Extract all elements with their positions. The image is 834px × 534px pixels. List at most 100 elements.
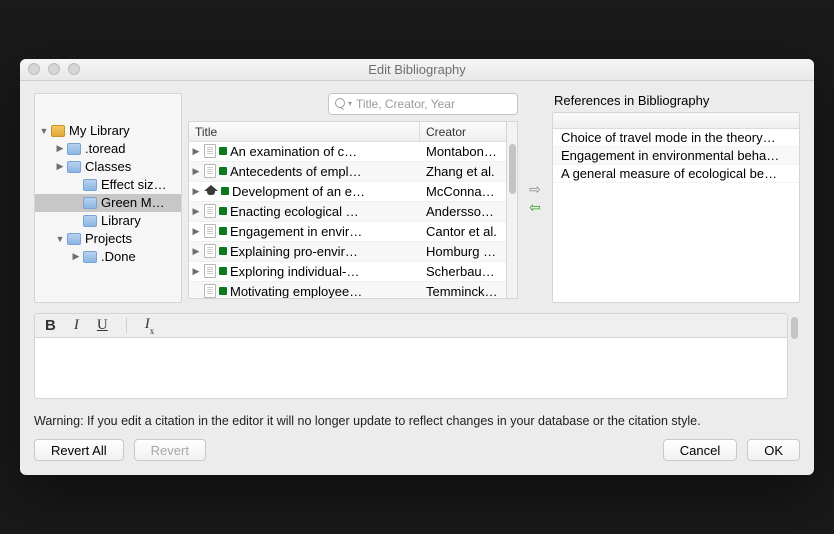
twisty-icon[interactable]: ▶ xyxy=(191,226,201,237)
tree-row[interactable]: ▶ .toread xyxy=(35,140,181,158)
tag-dot-icon xyxy=(221,187,229,195)
item-title: Enacting ecological … xyxy=(230,204,359,219)
italic-button[interactable]: I xyxy=(74,317,79,334)
item-title: Development of an e… xyxy=(232,184,365,199)
references-body[interactable]: Choice of travel mode in the theory…Enga… xyxy=(553,129,799,302)
list-row[interactable]: Motivating employee…Temminck… xyxy=(189,282,506,298)
twisty-icon[interactable]: ▶ xyxy=(191,146,201,157)
tag-dot-icon xyxy=(219,267,227,275)
list-row[interactable]: ▶Exploring individual-…Scherbau… xyxy=(189,262,506,282)
tree-label: .toread xyxy=(85,141,125,156)
scroll-thumb[interactable] xyxy=(509,144,516,194)
references-pane: References in Bibliography Choice of tra… xyxy=(552,93,800,303)
twisty-icon[interactable]: ▶ xyxy=(55,161,65,172)
tree-label: .Done xyxy=(101,249,136,264)
warning-text: Warning: If you edit a citation in the e… xyxy=(34,413,800,430)
editor-textarea[interactable] xyxy=(34,337,788,399)
dialog-window: Edit Bibliography ▼My Library ▶ .toread ▶ Cl… xyxy=(20,59,814,476)
twisty-icon[interactable]: ▶ xyxy=(71,251,81,262)
tree-scroll[interactable]: ▼My Library ▶ .toread ▶ Classes Effect siz… Gr… xyxy=(35,94,181,302)
twisty-icon[interactable]: ▶ xyxy=(191,186,201,197)
bold-button[interactable]: B xyxy=(45,317,56,334)
twisty-icon[interactable]: ▼ xyxy=(39,126,49,136)
close-icon[interactable] xyxy=(28,63,40,75)
minimize-icon[interactable] xyxy=(48,63,60,75)
titlebar[interactable]: Edit Bibliography xyxy=(20,59,814,81)
window-title: Edit Bibliography xyxy=(20,62,814,77)
folder-icon xyxy=(83,179,97,191)
tree-row[interactable]: ▼Projects xyxy=(35,230,181,248)
list-row[interactable]: ▶ Development of an e… McConnau… xyxy=(189,182,506,202)
twisty-icon[interactable]: ▶ xyxy=(191,266,201,277)
folder-icon xyxy=(67,161,81,173)
middle-pane: ▾ Title Creator ▶An examination of c…Mon… xyxy=(188,93,518,303)
references-list: Choice of travel mode in the theory…Enga… xyxy=(552,112,800,303)
scroll-thumb[interactable] xyxy=(791,317,798,339)
button-row: Revert All Revert Cancel OK xyxy=(34,439,800,461)
references-list-header xyxy=(553,113,799,129)
search-menu-caret[interactable]: ▾ xyxy=(348,99,352,108)
reference-row[interactable]: Engagement in environmental beha… xyxy=(553,147,799,165)
folder-icon xyxy=(83,251,97,263)
ok-button[interactable]: OK xyxy=(747,439,800,461)
twisty-icon[interactable]: ▶ xyxy=(191,246,201,257)
item-list: Title Creator ▶An examination of c…Monta… xyxy=(188,121,507,299)
transfer-arrows: ⇨ ⇦ xyxy=(524,93,546,303)
tree-row[interactable]: Library xyxy=(35,212,181,230)
tag-dot-icon xyxy=(219,227,227,235)
tree-label: Classes xyxy=(85,159,131,174)
item-list-body[interactable]: ▶An examination of c…Montabon …▶Antecede… xyxy=(189,142,506,298)
tag-dot-icon xyxy=(219,207,227,215)
item-creator: Homburg … xyxy=(420,244,506,259)
column-creator[interactable]: Creator xyxy=(420,122,506,141)
list-row[interactable]: ▶ Enacting ecological … Andersson… xyxy=(189,202,506,222)
tree-row[interactable]: ▶ .Done xyxy=(35,248,181,266)
arrow-right-icon[interactable]: ⇨ xyxy=(529,182,541,196)
dialog-content: ▼My Library ▶ .toread ▶ Classes Effect siz… Gr… xyxy=(20,81,814,476)
underline-button[interactable]: U xyxy=(97,317,108,334)
tree-row[interactable]: ▶ Classes xyxy=(35,158,181,176)
tree-row[interactable]: Effect siz… xyxy=(35,176,181,194)
revert-button[interactable]: Revert xyxy=(134,439,206,461)
item-list-wrap: Title Creator ▶An examination of c…Monta… xyxy=(188,121,518,299)
reference-row[interactable]: A general measure of ecological be… xyxy=(553,165,799,183)
revert-all-button[interactable]: Revert All xyxy=(34,439,124,461)
search-input[interactable] xyxy=(356,97,511,111)
twisty-icon[interactable]: ▼ xyxy=(55,234,65,244)
item-creator: McConnau… xyxy=(420,184,506,199)
list-row[interactable]: ▶ Antecedents of empl… Zhang et al. xyxy=(189,162,506,182)
list-row[interactable]: ▶Engagement in envir…Cantor et al. xyxy=(189,222,506,242)
item-creator: Montabon … xyxy=(420,144,506,159)
twisty-icon[interactable]: ▶ xyxy=(55,143,65,154)
item-creator: Temminck… xyxy=(420,284,506,298)
item-title: Antecedents of empl… xyxy=(230,164,362,179)
top-panes: ▼My Library ▶ .toread ▶ Classes Effect siz… Gr… xyxy=(34,93,800,303)
folder-icon xyxy=(67,233,81,245)
list-row[interactable]: ▶An examination of c…Montabon … xyxy=(189,142,506,162)
item-list-header[interactable]: Title Creator xyxy=(189,122,506,142)
item-creator: Andersson… xyxy=(420,204,506,219)
editor-scrollbar[interactable] xyxy=(788,313,800,399)
folder-icon xyxy=(67,143,81,155)
library-tree: ▼My Library ▶ .toread ▶ Classes Effect siz… Gr… xyxy=(34,93,182,303)
list-row[interactable]: ▶ Explaining pro-envir… Homburg … xyxy=(189,242,506,262)
item-creator: Scherbau… xyxy=(420,264,506,279)
search-input-wrap[interactable]: ▾ xyxy=(328,93,518,115)
arrow-left-icon[interactable]: ⇦ xyxy=(529,200,541,214)
tree-row[interactable]: ▼My Library xyxy=(35,122,181,140)
cancel-button[interactable]: Cancel xyxy=(663,439,737,461)
document-icon xyxy=(204,244,216,258)
clear-format-button[interactable]: Ix xyxy=(145,316,155,334)
twisty-icon[interactable]: ▶ xyxy=(191,166,201,177)
item-title: Explaining pro-envir… xyxy=(230,244,358,259)
zoom-icon[interactable] xyxy=(68,63,80,75)
twisty-icon[interactable]: ▶ xyxy=(191,206,201,217)
tree-label: Effect siz… xyxy=(101,177,167,192)
reference-row[interactable]: Choice of travel mode in the theory… xyxy=(553,129,799,147)
tree-row[interactable]: Green M… xyxy=(35,194,181,212)
item-creator: Zhang et al. xyxy=(420,164,506,179)
editor-area: B I U Ix xyxy=(34,313,800,399)
item-scrollbar[interactable] xyxy=(506,121,518,299)
tree-label: Library xyxy=(101,213,141,228)
column-title[interactable]: Title xyxy=(189,122,420,141)
